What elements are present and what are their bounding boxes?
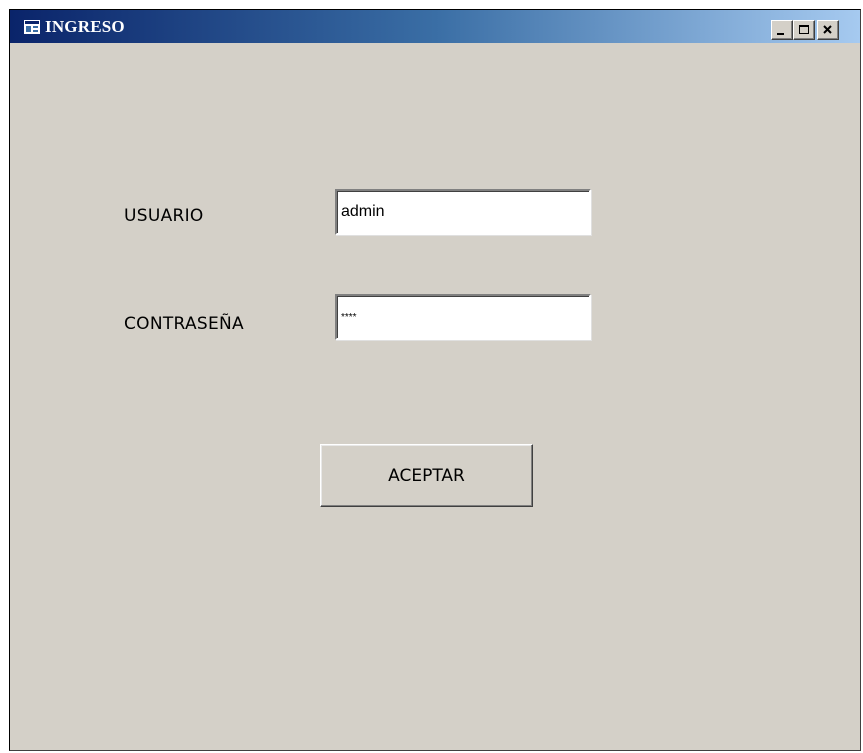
username-input[interactable]	[335, 189, 591, 235]
title-bar[interactable]: INGRESO	[10, 10, 860, 43]
minimize-icon	[777, 33, 784, 35]
close-icon	[823, 25, 832, 34]
close-button[interactable]	[817, 20, 839, 40]
password-label: CONTRASEÑA	[124, 314, 244, 334]
minimize-button[interactable]	[771, 20, 793, 40]
maximize-button[interactable]	[793, 20, 815, 40]
accept-button[interactable]: ACEPTAR	[320, 444, 533, 507]
app-window-icon	[24, 20, 40, 34]
maximize-icon	[799, 25, 809, 34]
password-input[interactable]	[335, 294, 591, 340]
username-label: USUARIO	[124, 206, 204, 226]
login-window: INGRESO USUARIO CONTRASEÑA ACEPTAR	[9, 9, 861, 751]
window-title: INGRESO	[45, 17, 125, 36]
